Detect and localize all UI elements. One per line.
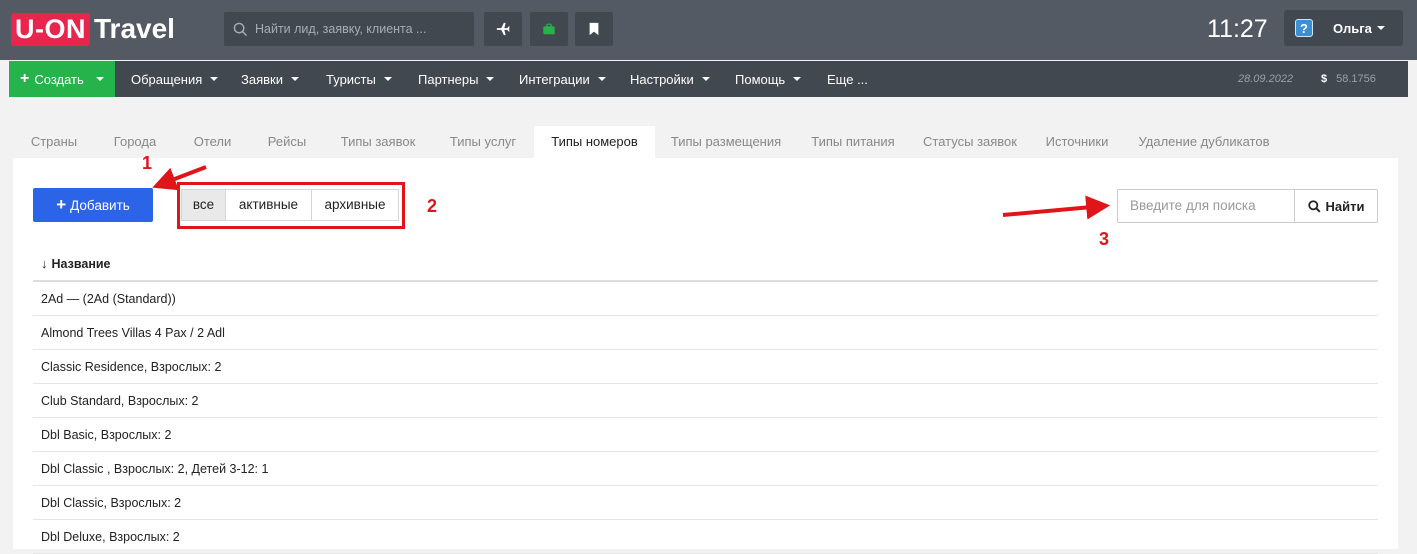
- annotation-arrow-3: [1002, 195, 1111, 220]
- table-row[interactable]: Dbl Classic, Взрослых: 2: [33, 486, 1378, 520]
- annotation-arrow-1: [152, 165, 207, 191]
- sort-arrow-icon: ↓: [41, 256, 48, 271]
- table-row[interactable]: Club Standard, Взрослых: 2: [33, 384, 1378, 418]
- table-row[interactable]: Dbl Classic , Взрослых: 2, Детей 3-12: 1: [33, 452, 1378, 486]
- column-header-name[interactable]: ↓ Название: [33, 247, 1378, 282]
- table-row[interactable]: Classic Residence, Взрослых: 2: [33, 350, 1378, 384]
- table-row[interactable]: Almond Trees Villas 4 Pax / 2 Adl: [33, 316, 1378, 350]
- room-types-table: ↓ Название 2Ad — (2Ad (Standard)) Almond…: [33, 247, 1378, 554]
- table-row[interactable]: Dbl Basic, Взрослых: 2: [33, 418, 1378, 452]
- table-row[interactable]: 2Ad — (2Ad (Standard)): [33, 282, 1378, 316]
- column-header-label: Название: [51, 256, 111, 271]
